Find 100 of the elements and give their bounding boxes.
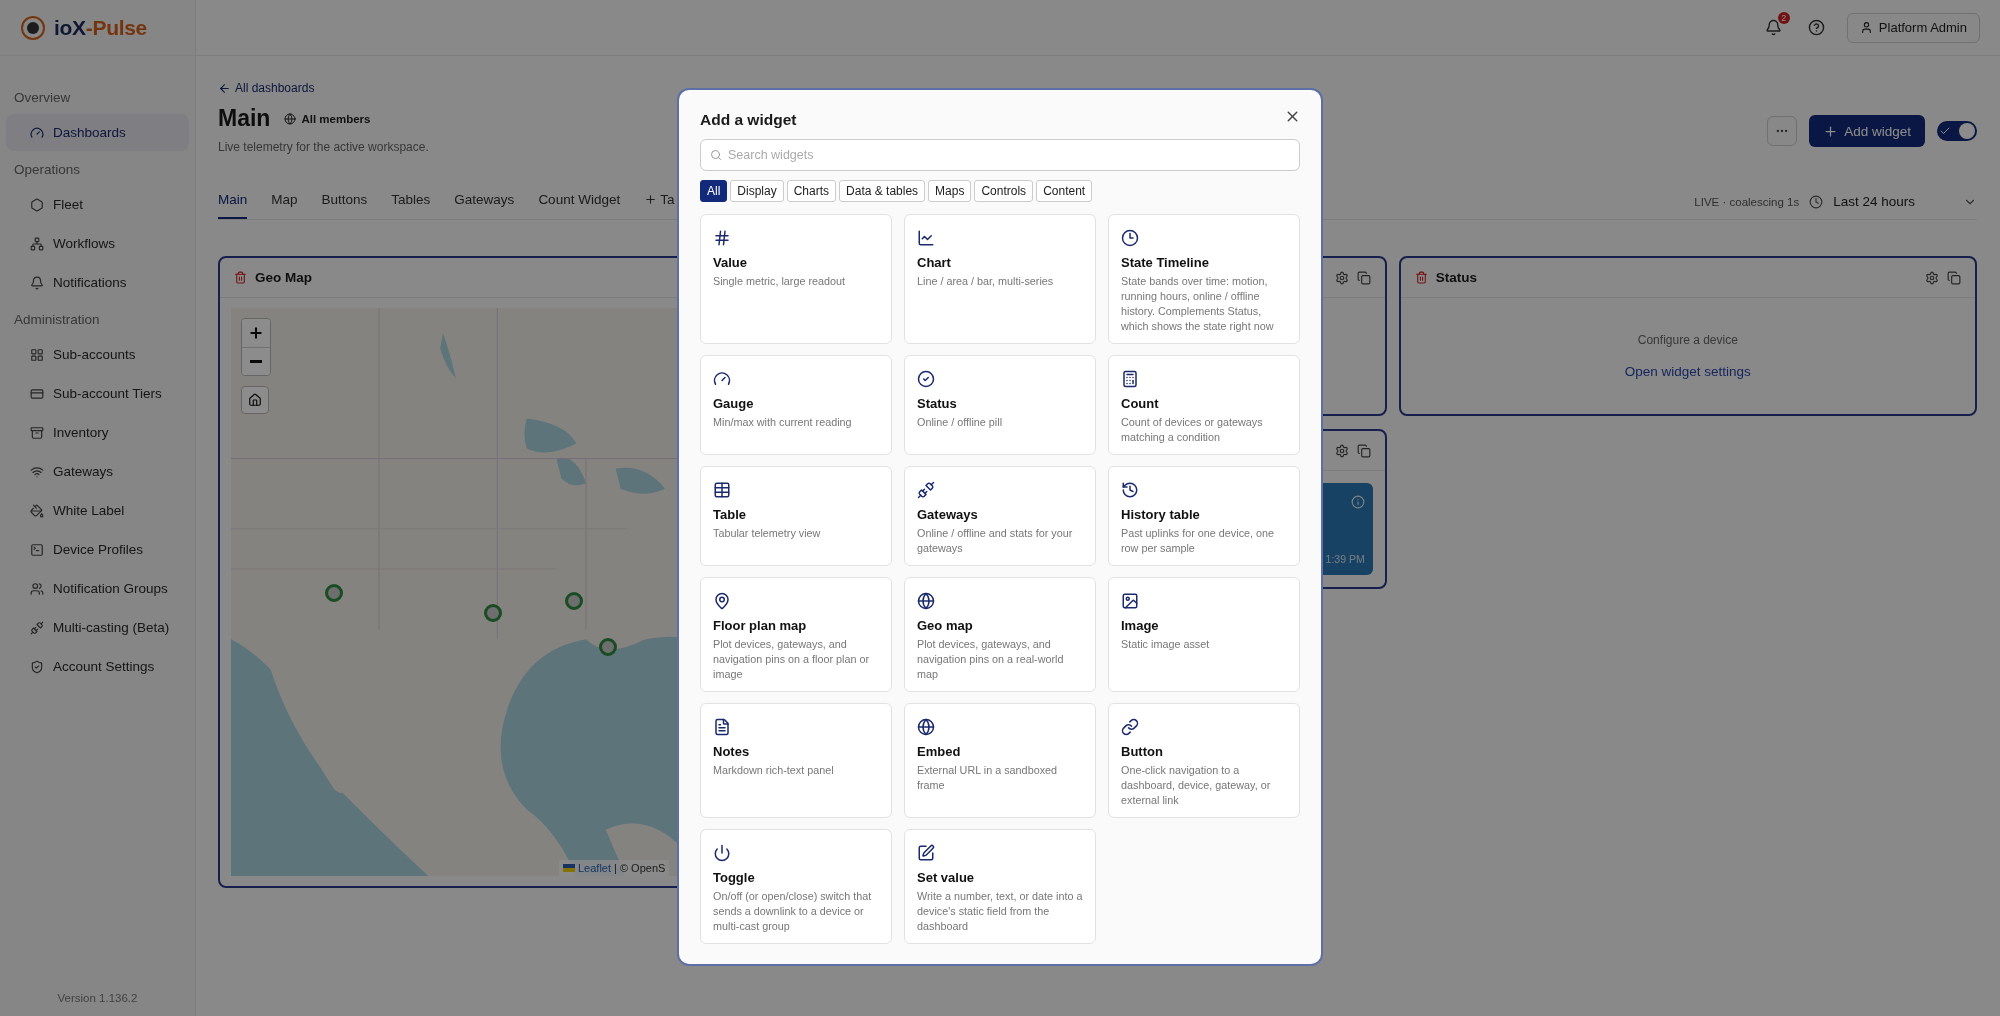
widget-option[interactable]: Count Count of devices or gateways matching a condition — [1108, 355, 1300, 455]
delete-icon[interactable] — [234, 271, 247, 284]
widget-description: Markdown rich-text panel — [713, 763, 834, 778]
plug-icon — [917, 481, 935, 499]
delete-icon[interactable] — [1414, 271, 1428, 284]
sidebar-item[interactable]: Notifications — [6, 264, 189, 301]
filter-tab[interactable]: Controls — [974, 180, 1034, 202]
zoom-out-button[interactable] — [242, 347, 270, 375]
back-link[interactable]: All dashboards — [218, 81, 1977, 95]
widget-title: Status — [1435, 270, 1477, 285]
info-icon[interactable] — [1350, 495, 1365, 509]
help-icon — [1807, 19, 1825, 36]
section-heading: Overview — [13, 89, 72, 107]
widget-option[interactable]: Embed External URL in a sandboxed frame — [904, 703, 1096, 818]
widget-name: Gauge — [713, 396, 754, 412]
widget-description: State bands over time: motion, running hours, online / offline history. Complements Status, which shows the state right now — [1121, 274, 1275, 334]
sidebar-item[interactable]: Notification Groups — [6, 570, 189, 607]
widget-description: Plot devices, gateways, and navigation pins on a floor plan or image — [713, 637, 871, 682]
plus-icon — [248, 325, 264, 341]
live-toggle[interactable] — [1937, 121, 1977, 141]
line-chart-icon — [917, 229, 935, 247]
sidebar-item[interactable]: Dashboards — [6, 114, 189, 151]
widget-description: Static image asset — [1121, 637, 1210, 652]
tab[interactable]: Main — [218, 192, 248, 219]
widget-option[interactable]: Geo map Plot devices, gateways, and navigation pins on a real-world map — [904, 577, 1096, 692]
sidebar-item[interactable]: Gateways — [6, 453, 189, 490]
page-title: Main — [218, 105, 271, 132]
widget-option[interactable]: Floor plan map Plot devices, gateways, and navigation pins on a floor plan or image — [700, 577, 892, 692]
widget-option[interactable]: History table Past uplinks for one device, one row per sample — [1108, 466, 1300, 566]
search-icon — [710, 149, 722, 161]
widget-option[interactable]: Toggle On/off (or open/close) switch that sends a downlink to a device or multi-cast group — [700, 829, 892, 944]
sidebar-item[interactable]: White Label — [6, 492, 189, 529]
settings-icon[interactable] — [1334, 443, 1349, 458]
plus-icon — [1823, 123, 1839, 139]
bell-icon — [1764, 19, 1782, 36]
hash-icon — [713, 229, 731, 247]
widget-option[interactable]: Gateways Online / offline and stats for your gateways — [904, 466, 1096, 566]
filter-tab[interactable]: Maps — [928, 180, 972, 202]
home-button[interactable] — [241, 386, 269, 414]
widget-option[interactable]: Image Static image asset — [1108, 577, 1300, 692]
widget-option[interactable]: Status Online / offline pill — [904, 355, 1096, 455]
notification-count: 2 — [1777, 12, 1790, 24]
check-circle-icon — [917, 370, 935, 388]
widget-name: Geo map — [917, 618, 973, 634]
widget-option[interactable]: Value Single metric, large readout — [700, 214, 892, 344]
logo-icon — [20, 14, 46, 41]
tab[interactable]: Tables — [391, 192, 431, 219]
page-subtitle: Live telemetry for the active workspace. — [218, 140, 429, 154]
widget-description: One-click navigation to a dashboard, device, gateway, or external link — [1121, 763, 1272, 808]
globe-icon — [917, 718, 935, 736]
filter-tab[interactable]: Data & tables — [839, 180, 926, 202]
table-icon — [713, 481, 731, 499]
settings-link[interactable]: Open widget settings — [1624, 364, 1751, 379]
zoom-in-button[interactable] — [242, 319, 270, 347]
tab[interactable]: Buttons — [321, 192, 368, 219]
sidebar-item[interactable]: Account Settings — [6, 648, 189, 685]
nav-icon — [30, 659, 44, 674]
copy-icon[interactable] — [1356, 270, 1371, 285]
widget-description: Min/max with current reading — [713, 415, 852, 430]
widget-description: Line / area / bar, multi-series — [917, 274, 1054, 289]
filter-tab[interactable]: Charts — [786, 180, 837, 202]
widget-option[interactable]: Chart Line / area / bar, multi-series — [904, 214, 1096, 344]
add-tab-button[interactable]: Ta — [644, 192, 675, 219]
power-icon — [713, 844, 731, 862]
tab[interactable]: Count Widget — [538, 192, 621, 219]
copy-icon[interactable] — [1947, 270, 1961, 285]
filter-tab[interactable]: All — [700, 180, 728, 202]
widget-option[interactable]: State Timeline State bands over time: motion, running hours, online / offline history. Complements Status, which shows the state right now — [1108, 214, 1300, 344]
user-icon — [1859, 21, 1873, 34]
arrow-left-icon — [218, 81, 231, 95]
leaflet-link[interactable]: Leaflet — [578, 862, 612, 874]
widget-option[interactable]: Notes Markdown rich-text panel — [700, 703, 892, 818]
sidebar-item[interactable]: Device Profiles — [6, 531, 189, 568]
minus-icon — [250, 360, 262, 363]
widget-option[interactable]: Button One-click navigation to a dashboard, device, gateway, or external link — [1108, 703, 1300, 818]
sidebar-item[interactable]: Fleet — [6, 186, 189, 223]
widget-option[interactable]: Table Tabular telemetry view — [700, 466, 892, 566]
search-field[interactable]: Search widgets — [700, 139, 1300, 171]
widget-name: Table — [713, 507, 746, 523]
sidebar-item[interactable]: Sub-account Tiers — [6, 375, 189, 412]
settings-icon[interactable] — [1925, 270, 1939, 285]
tab[interactable]: Map — [271, 192, 298, 219]
widget-option[interactable]: Gauge Min/max with current reading — [700, 355, 892, 455]
time-range-select[interactable]: Last 24 hours — [1833, 194, 1923, 209]
settings-icon[interactable] — [1334, 270, 1349, 285]
sidebar-item[interactable]: Workflows — [6, 225, 189, 262]
user-button[interactable]: Platform Admin — [1846, 12, 1980, 43]
tab[interactable]: Gateways — [454, 192, 515, 219]
map-pin-icon — [713, 592, 731, 610]
filter-tab[interactable]: Display — [730, 180, 784, 202]
copy-icon[interactable] — [1356, 443, 1371, 458]
clock-icon — [1809, 194, 1824, 209]
sidebar-item[interactable]: Sub-accounts — [6, 336, 189, 373]
add-widget-button[interactable]: Add widget — [1809, 115, 1925, 147]
widget-option[interactable]: Set value Write a number, text, or date into a device's static field from the dashboard — [904, 829, 1096, 944]
widget-name: Embed — [917, 744, 961, 760]
sidebar-item[interactable]: Multi-casting (Beta) — [6, 609, 189, 646]
nav-icon — [30, 236, 44, 251]
sidebar-item[interactable]: Inventory — [6, 414, 189, 451]
filter-tab[interactable]: Content — [1036, 180, 1093, 202]
